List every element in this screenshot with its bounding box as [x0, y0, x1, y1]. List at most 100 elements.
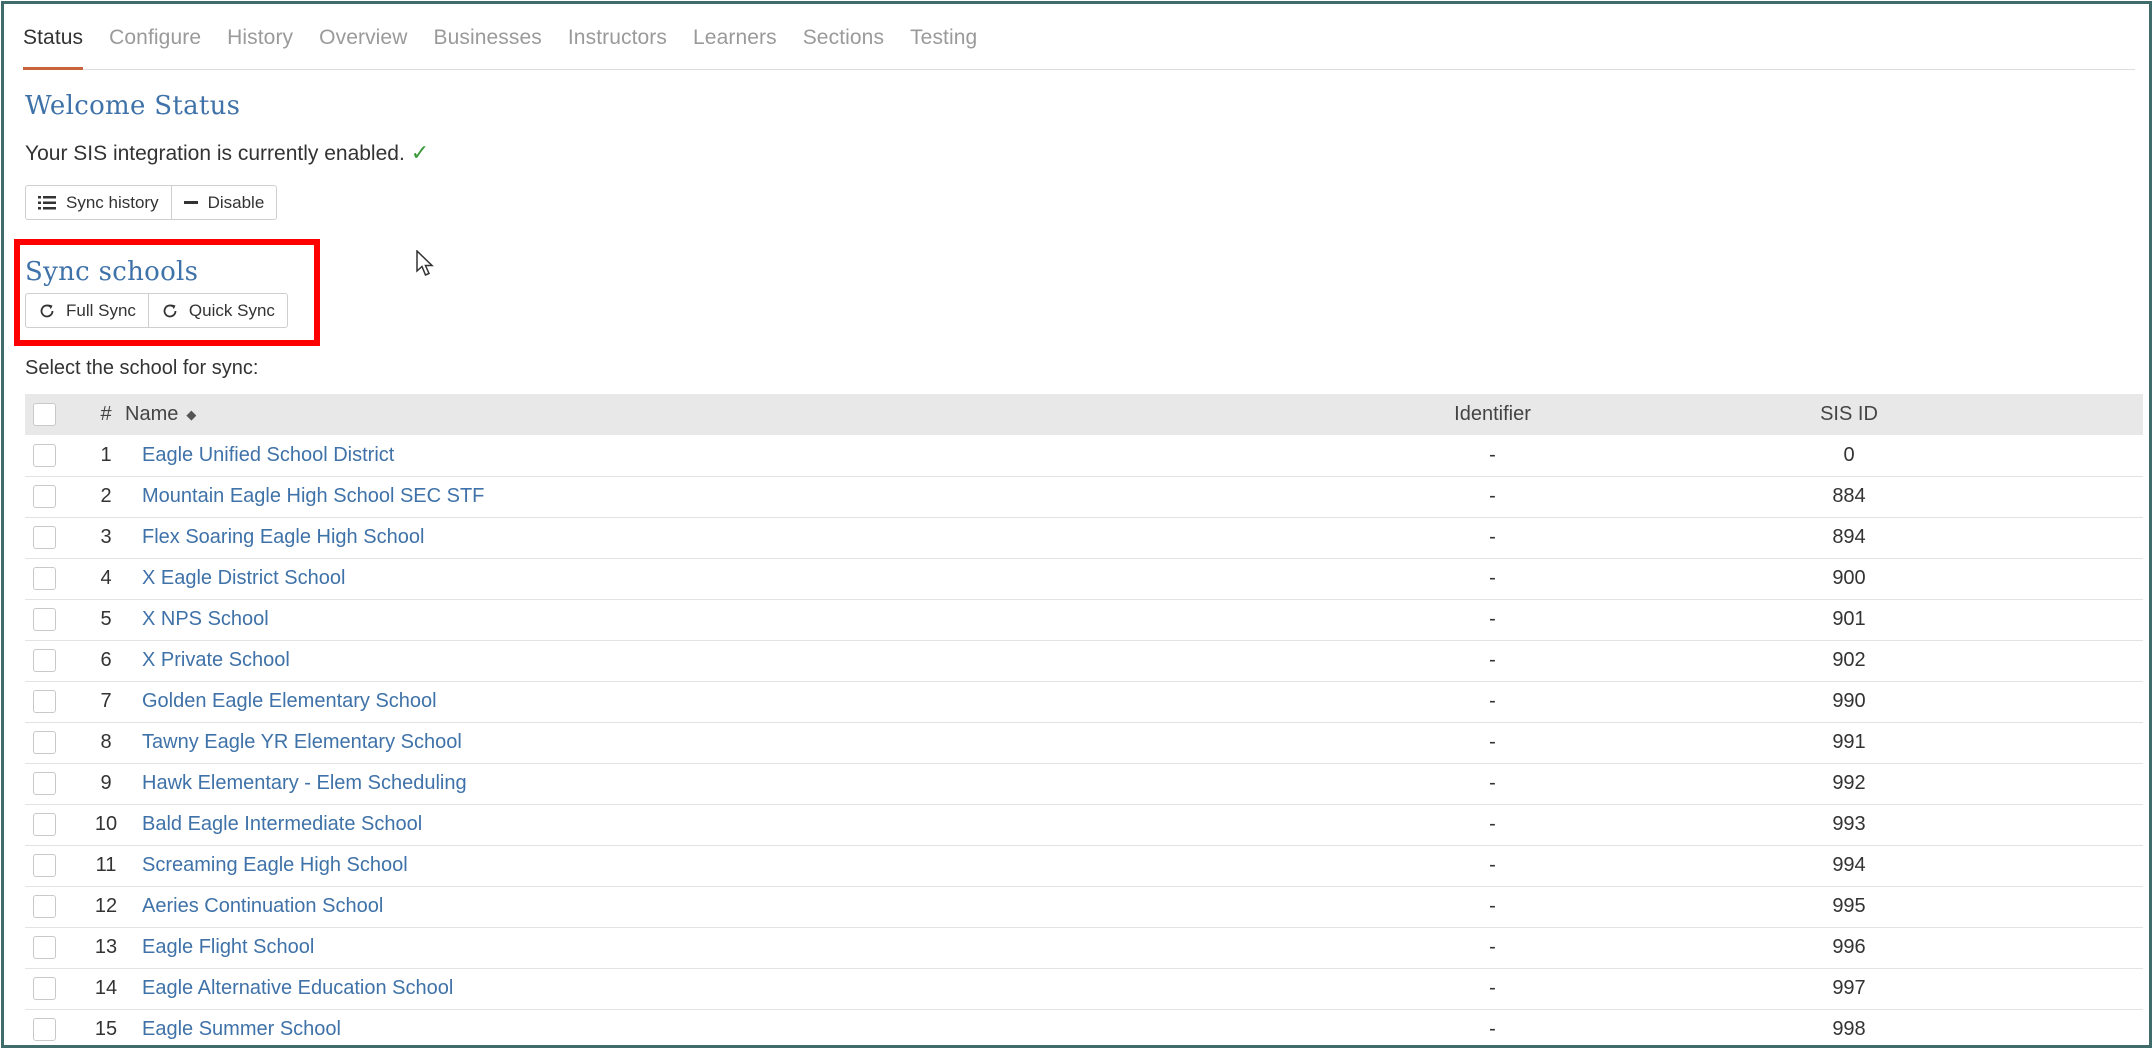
row-sis-id: 994: [1705, 845, 2143, 887]
school-name-link[interactable]: X Eagle District School: [142, 567, 345, 589]
row-number: 10: [87, 804, 125, 846]
school-name-link[interactable]: Eagle Summer School: [142, 1018, 341, 1040]
row-checkbox[interactable]: [33, 526, 56, 550]
row-sis-id: 884: [1705, 476, 2143, 518]
school-name-link[interactable]: Aeries Continuation School: [142, 895, 383, 917]
row-name-cell: Hawk Elementary - Elem Scheduling: [125, 763, 1280, 805]
row-name-cell: Aeries Continuation School: [125, 886, 1280, 928]
table-row: 6 X Private School -902: [25, 640, 2143, 682]
row-name-cell: Tawny Eagle YR Elementary School: [125, 722, 1280, 764]
table-row: 12 Aeries Continuation School -995: [25, 886, 2143, 928]
sync-history-button[interactable]: Sync history: [26, 186, 171, 219]
row-number: 11: [87, 845, 125, 887]
row-checkbox-cell: [25, 927, 87, 969]
row-name-cell: Golden Eagle Elementary School: [125, 681, 1280, 723]
table-row: 15 Eagle Summer School -998: [25, 1009, 2143, 1049]
row-checkbox[interactable]: [33, 443, 56, 467]
row-name-cell: X Eagle District School: [125, 558, 1280, 600]
status-button-group: Sync history Disable: [25, 185, 278, 220]
row-checkbox-cell: [25, 763, 87, 805]
integration-status-text: Your SIS integration is currently enable…: [25, 142, 405, 165]
tab-businesses[interactable]: Businesses: [433, 4, 541, 70]
school-name-link[interactable]: Eagle Unified School District: [142, 444, 394, 466]
row-checkbox-cell: [25, 476, 87, 518]
app-frame: Status Configure History Overview Businesses…: [1, 1, 2152, 1049]
row-number: 9: [87, 763, 125, 805]
name-header-label: Name: [125, 403, 179, 425]
table-row: 9 Hawk Elementary - Elem Scheduling -992: [25, 763, 2143, 805]
row-sis-id: 997: [1705, 968, 2143, 1010]
check-icon: ✓: [410, 140, 430, 165]
row-sis-id: 993: [1705, 804, 2143, 846]
school-name-link[interactable]: Tawny Eagle YR Elementary School: [142, 731, 462, 753]
disable-button[interactable]: Disable: [170, 186, 277, 219]
school-name-link[interactable]: Golden Eagle Elementary School: [142, 690, 437, 712]
row-checkbox-cell: [25, 886, 87, 928]
schools-table: # Name ◆ Identifier SIS ID 1 Eagle Unified…: [25, 394, 2143, 1049]
row-identifier: -: [1280, 435, 1705, 477]
row-checkbox[interactable]: [33, 813, 56, 837]
table-header-row: # Name ◆ Identifier SIS ID: [25, 394, 2143, 435]
row-sis-id: 900: [1705, 558, 2143, 600]
row-checkbox-cell: [25, 640, 87, 682]
school-name-link[interactable]: Flex Soaring Eagle High School: [142, 526, 424, 548]
tab-history[interactable]: History: [227, 4, 293, 70]
row-checkbox[interactable]: [33, 690, 56, 714]
tab-testing[interactable]: Testing: [910, 4, 977, 70]
row-identifier: -: [1280, 681, 1705, 723]
school-name-link[interactable]: X Private School: [142, 649, 290, 671]
select-all-header: [25, 394, 87, 435]
table-row: 11 Screaming Eagle High School -994: [25, 845, 2143, 887]
row-checkbox[interactable]: [33, 731, 56, 755]
row-number: 7: [87, 681, 125, 723]
row-checkbox[interactable]: [33, 772, 56, 796]
tab-status[interactable]: Status: [23, 4, 84, 70]
row-number: 6: [87, 640, 125, 682]
row-identifier: -: [1280, 640, 1705, 682]
tab-learners[interactable]: Learners: [693, 4, 777, 70]
select-all-checkbox[interactable]: [33, 403, 56, 427]
row-identifier: -: [1280, 927, 1705, 969]
mouse-cursor-icon: [416, 249, 436, 283]
school-name-link[interactable]: Hawk Elementary - Elem Scheduling: [142, 772, 467, 794]
row-checkbox[interactable]: [33, 485, 56, 509]
school-name-link[interactable]: Mountain Eagle High School SEC STF: [142, 485, 484, 507]
table-row: 8 Tawny Eagle YR Elementary School -991: [25, 722, 2143, 764]
row-checkbox[interactable]: [33, 567, 56, 591]
school-name-link[interactable]: Screaming Eagle High School: [142, 854, 408, 876]
row-sis-id: 995: [1705, 886, 2143, 928]
school-name-link[interactable]: Eagle Flight School: [142, 936, 314, 958]
row-number: 2: [87, 476, 125, 518]
row-number: 13: [87, 927, 125, 969]
row-checkbox[interactable]: [33, 608, 56, 632]
row-sis-id: 0: [1705, 435, 2143, 477]
tab-configure[interactable]: Configure: [109, 4, 201, 70]
row-name-cell: X Private School: [125, 640, 1280, 682]
sis-id-header: SIS ID: [1705, 394, 2143, 435]
sync-history-label: Sync history: [66, 192, 159, 212]
row-checkbox[interactable]: [33, 649, 56, 673]
school-name-link[interactable]: Eagle Alternative Education School: [142, 977, 453, 999]
tab-sections[interactable]: Sections: [803, 4, 884, 70]
table-row: 2 Mountain Eagle High School SEC STF -884: [25, 476, 2143, 518]
table-row: 1 Eagle Unified School District -0: [25, 435, 2143, 477]
row-name-cell: Flex Soaring Eagle High School: [125, 517, 1280, 559]
welcome-status-title: Welcome Status: [25, 91, 241, 121]
row-number: 14: [87, 968, 125, 1010]
tab-instructors[interactable]: Instructors: [568, 4, 667, 70]
row-checkbox[interactable]: [33, 895, 56, 919]
school-name-link[interactable]: Bald Eagle Intermediate School: [142, 813, 422, 835]
row-identifier: -: [1280, 558, 1705, 600]
row-sis-id: 901: [1705, 599, 2143, 641]
row-checkbox-cell: [25, 599, 87, 641]
row-identifier: -: [1280, 968, 1705, 1010]
row-checkbox[interactable]: [33, 1018, 56, 1042]
row-checkbox[interactable]: [33, 854, 56, 878]
tab-overview[interactable]: Overview: [319, 4, 407, 70]
name-header[interactable]: Name ◆: [125, 394, 1280, 435]
row-checkbox[interactable]: [33, 977, 56, 1001]
school-name-link[interactable]: X NPS School: [142, 608, 269, 630]
sort-icon[interactable]: ◆: [186, 407, 196, 422]
row-checkbox[interactable]: [33, 936, 56, 960]
row-number: 1: [87, 435, 125, 477]
